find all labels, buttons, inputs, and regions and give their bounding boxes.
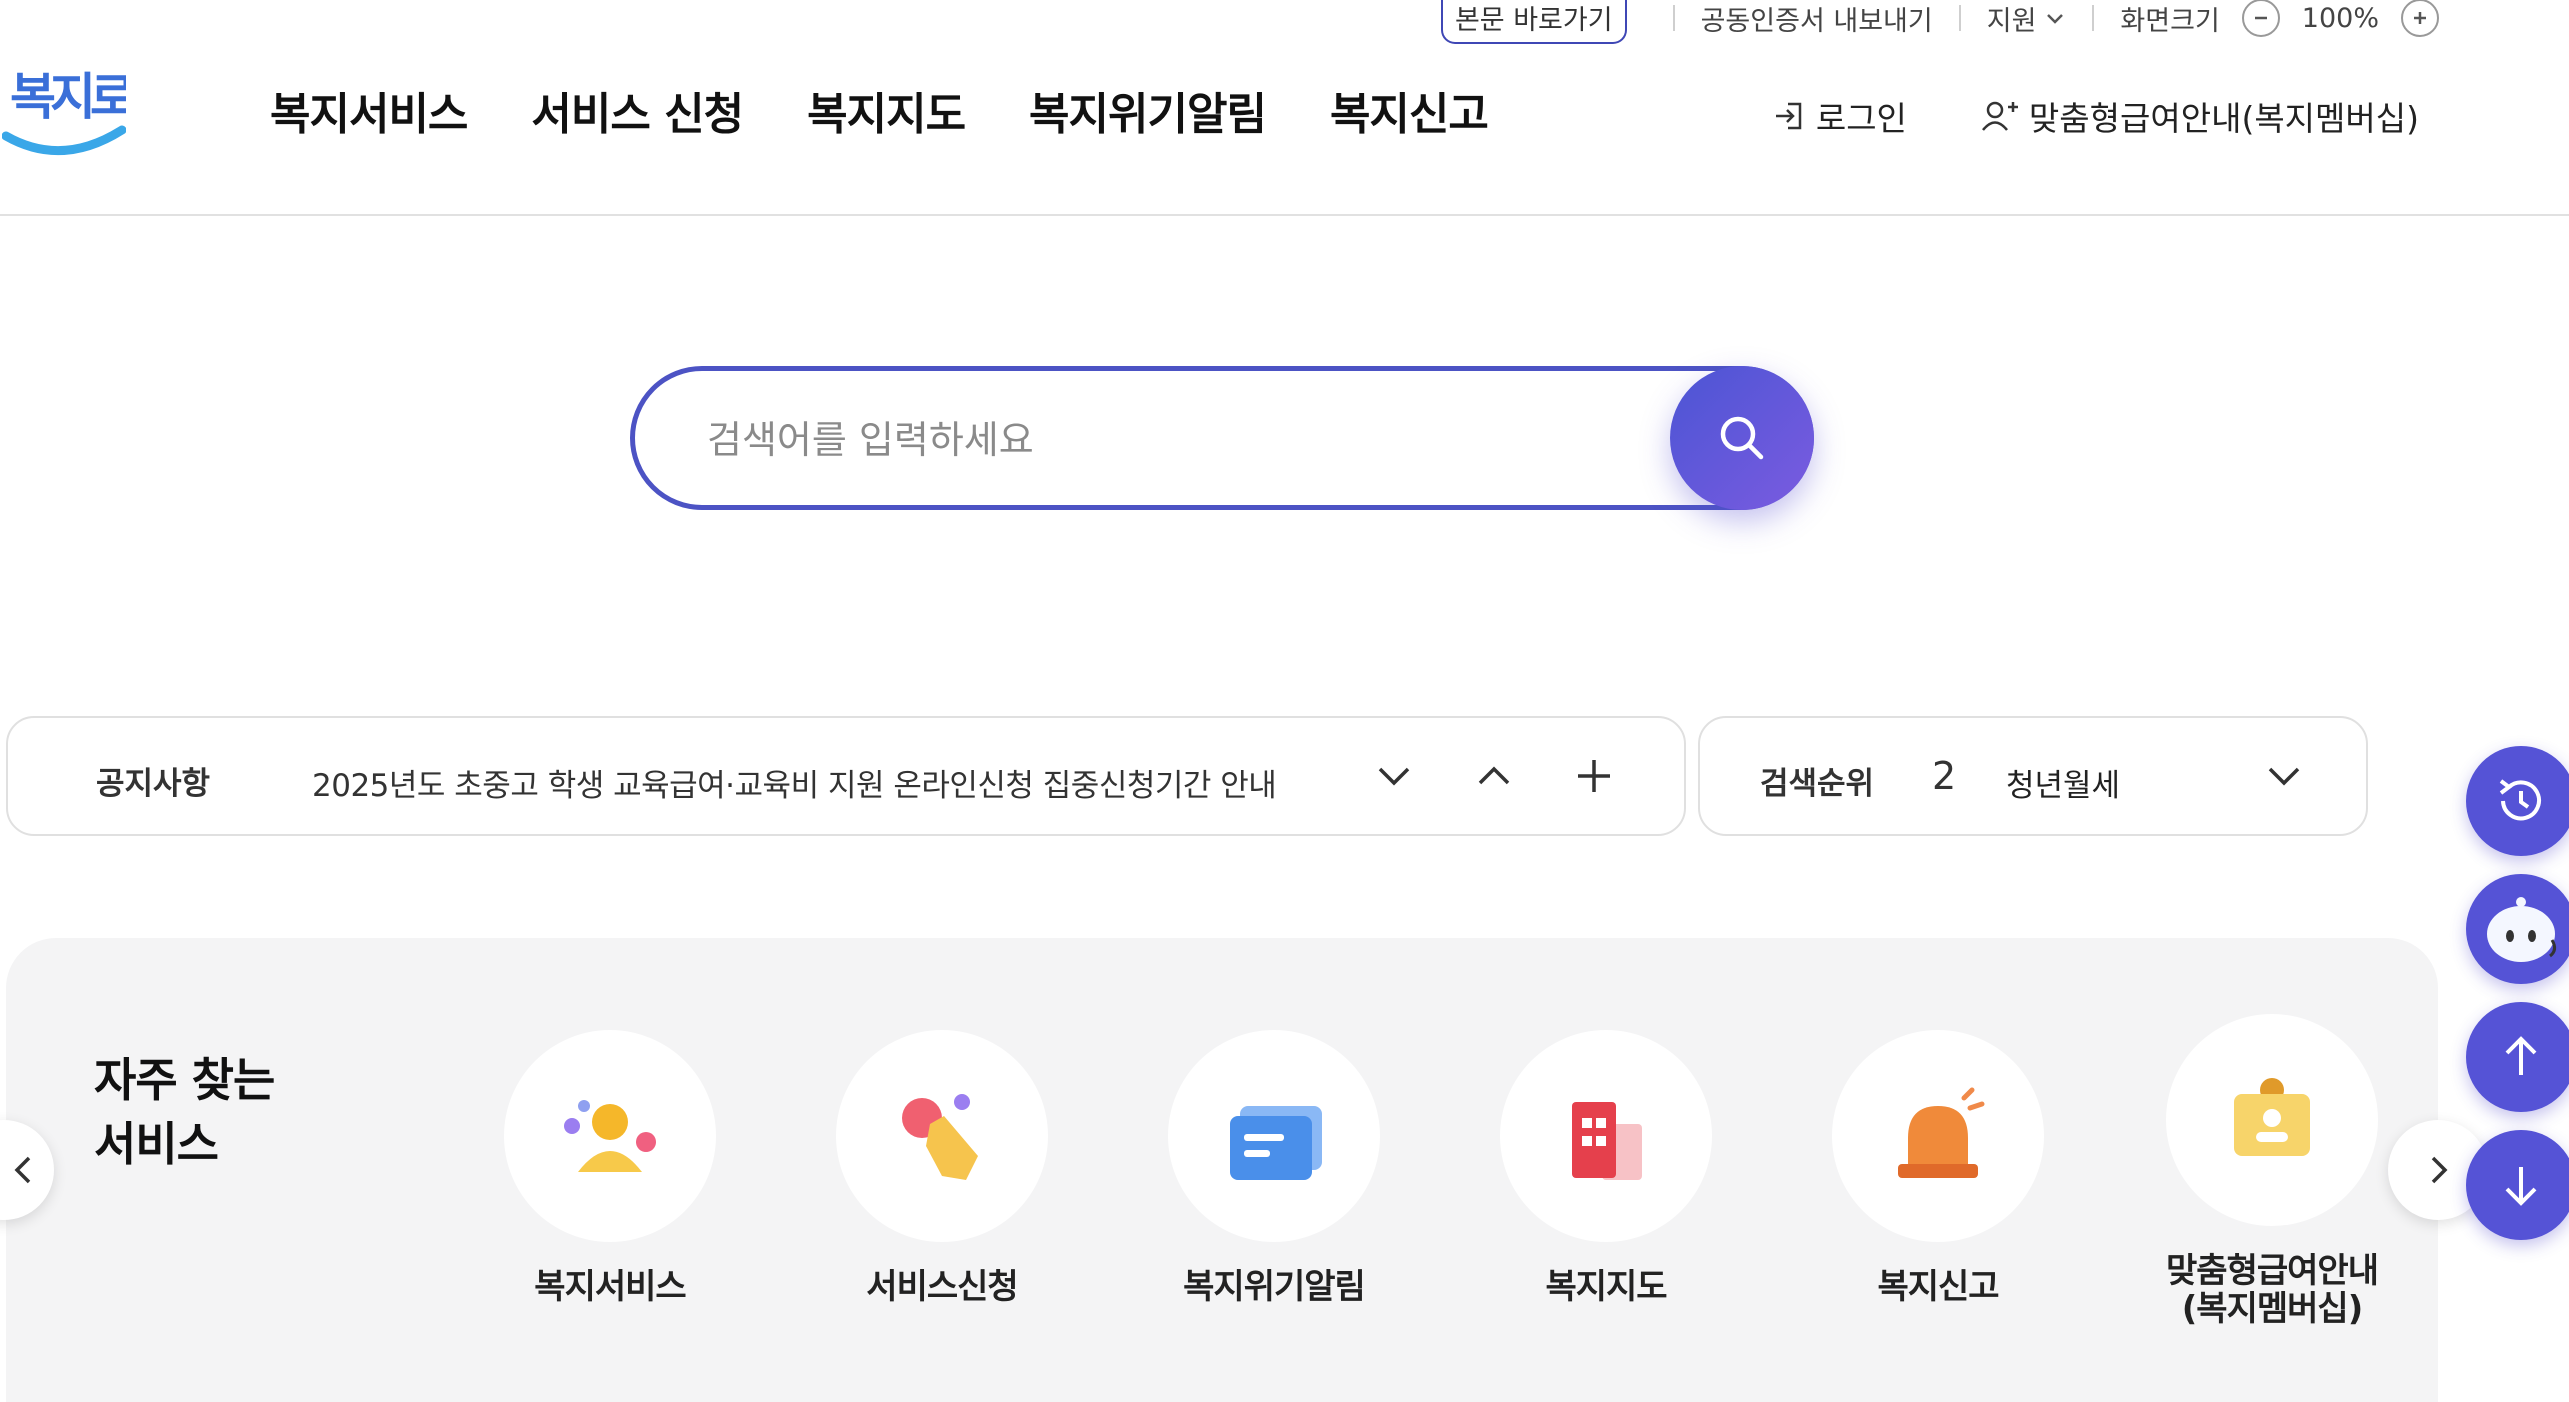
siren-icon [1898, 1087, 1985, 1178]
service-icon-circle [1832, 1030, 2044, 1242]
service-item-welfare-map[interactable]: 복지지도 [1486, 1030, 1726, 1306]
id-card-icon [2234, 1078, 2310, 1156]
main-nav: 복지서비스 서비스 신청 복지지도 복지위기알림 복지신고 [270, 78, 1489, 142]
chevron-right-icon [2431, 1156, 2448, 1184]
service-label: 맞춤형급여안내 (복지멤버십) [2166, 1251, 2379, 1329]
skip-to-content-link[interactable]: 본문 바로가기 [1440, 0, 1627, 44]
person-icon [564, 1100, 656, 1172]
service-item-welfare-service[interactable]: 복지서비스 [490, 1030, 730, 1306]
login-link[interactable]: 로그인 [1772, 92, 1907, 140]
service-label: 복지신고 [1877, 1267, 1999, 1307]
nav-welfare-map[interactable]: 복지지도 [807, 78, 966, 142]
plus-icon [2414, 12, 2426, 24]
utility-bar: 본문 바로가기 공동인증서 내보내기 지원 화면크기 100% [1440, 0, 2439, 44]
recent-history-button[interactable] [2466, 746, 2569, 856]
bokjiro-logo-icon: 복지로 [1, 68, 141, 156]
cert-export-link[interactable]: 공동인증서 내보내기 [1701, 0, 1933, 38]
notice-prev-button[interactable] [1464, 746, 1524, 806]
ranking-keyword[interactable]: 청년월세 [2006, 760, 2120, 805]
service-icon-circle [2166, 1014, 2378, 1226]
building-map-icon [1572, 1102, 1642, 1180]
frequent-services-section: 자주 찾는 서비스 복지서비스 서비스신청 복지위기알림 복지지도 복지신고 맞… [6, 938, 2438, 1402]
zoom-in-button[interactable] [2401, 0, 2439, 37]
service-item-crisis-alert[interactable]: 복지위기알림 [1154, 1030, 1394, 1306]
membership-label: 맞춤형급여안내(복지멤버십) [2028, 99, 2419, 138]
chevron-down-icon [2268, 767, 2300, 786]
hand-tap-icon [902, 1094, 978, 1180]
svg-text:복지로: 복지로 [10, 68, 126, 126]
title-line-2: 서비스 [94, 1117, 219, 1171]
service-item-welfare-report[interactable]: 복지신고 [1818, 1030, 2058, 1306]
login-icon [1775, 102, 1802, 130]
arrow-down-icon [2505, 1167, 2537, 1206]
header-links: 로그인 맞춤형급여안내(복지멤버십) [1772, 92, 2419, 140]
service-label: 서비스신청 [866, 1267, 1018, 1307]
chevron-up-icon [1478, 766, 1510, 785]
membership-link[interactable]: 맞춤형급여안내(복지멤버십) [1981, 92, 2419, 140]
chevron-down-icon [1378, 767, 1410, 786]
login-label: 로그인 [1815, 99, 1907, 138]
search-input[interactable] [705, 407, 1609, 473]
service-item-membership[interactable]: 맞춤형급여안내 (복지멤버십) [2152, 1014, 2392, 1328]
ranking-number: 2 [1932, 754, 1957, 798]
frequent-services-title: 자주 찾는 서비스 [94, 1048, 275, 1176]
service-label: 복지지도 [1545, 1267, 1667, 1307]
notice-label: 공지사항 [96, 766, 211, 802]
chatbot-button[interactable] [2466, 874, 2569, 984]
service-item-service-apply[interactable]: 서비스신청 [822, 1030, 1062, 1306]
service-icon-circle [836, 1030, 1048, 1242]
divider [2092, 5, 2095, 31]
service-icon-circle [1500, 1030, 1712, 1242]
notice-next-button[interactable] [1364, 746, 1424, 806]
chatbot-character-icon [2487, 897, 2557, 962]
notice-text[interactable]: 2025년도 초중고 학생 교육급여·교육비 지원 온라인신청 집중신청기간 안… [312, 760, 1277, 805]
search-icon [1720, 416, 1764, 460]
search-button[interactable] [1670, 366, 1814, 510]
zoom-value: 100% [2301, 2, 2379, 34]
zoom-label: 화면크기 [2120, 5, 2220, 37]
notice-panel: 공지사항 2025년도 초중고 학생 교육급여·교육비 지원 온라인신청 집중신… [6, 716, 1686, 836]
scroll-top-button[interactable] [2466, 1002, 2569, 1112]
arrow-up-icon [2505, 1036, 2537, 1075]
minus-icon [2254, 16, 2267, 20]
divider [1958, 5, 1961, 31]
ranking-label: 검색순위 [1760, 766, 1875, 802]
service-label: 복지서비스 [534, 1267, 686, 1307]
nav-crisis-alert[interactable]: 복지위기알림 [1029, 78, 1267, 142]
title-line-1: 자주 찾는 [94, 1053, 275, 1107]
search-ranking-panel: 검색순위 2 청년월세 [1698, 716, 2368, 836]
site-logo[interactable]: 복지로 [1, 50, 141, 162]
search-bar [630, 366, 1814, 510]
history-icon [2499, 779, 2541, 821]
message-card-icon [1230, 1106, 1322, 1180]
nav-welfare-report[interactable]: 복지신고 [1330, 78, 1489, 142]
add-user-icon [1981, 101, 2018, 131]
service-label: 복지위기알림 [1183, 1267, 1366, 1307]
chevron-down-icon [2047, 14, 2064, 24]
nav-welfare-service[interactable]: 복지서비스 [270, 78, 468, 142]
plus-icon [1578, 760, 1610, 792]
support-dropdown[interactable]: 지원 [1987, 0, 2067, 38]
chevron-left-icon [14, 1156, 31, 1184]
scroll-bottom-button[interactable] [2466, 1130, 2569, 1240]
service-icon-circle [504, 1030, 716, 1242]
support-label: 지원 [1986, 5, 2037, 37]
service-icon-circle [1168, 1030, 1380, 1242]
nav-service-apply[interactable]: 서비스 신청 [531, 78, 744, 142]
header-divider [0, 214, 2569, 216]
divider [1672, 5, 1675, 31]
zoom-out-button[interactable] [2241, 0, 2280, 37]
ranking-expand-button[interactable] [2254, 746, 2314, 806]
notice-more-button[interactable] [1564, 746, 1624, 806]
